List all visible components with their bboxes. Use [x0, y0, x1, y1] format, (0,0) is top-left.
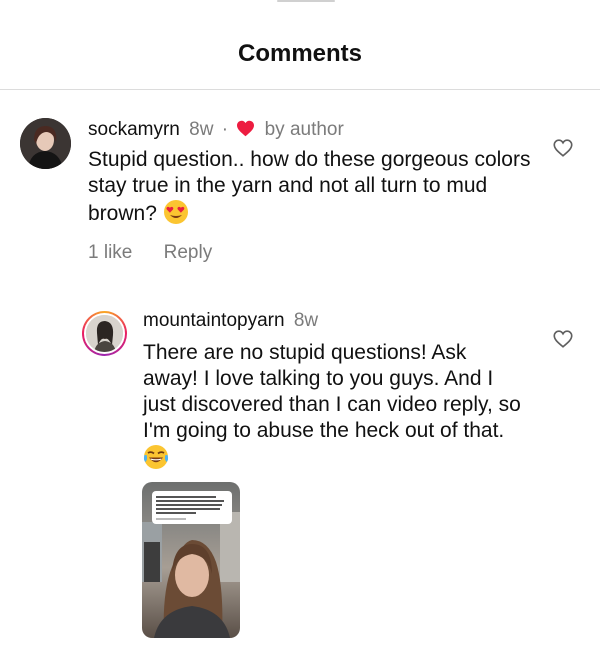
user-photo-icon — [86, 315, 123, 352]
timestamp: 8w — [293, 310, 319, 331]
avatar[interactable] — [82, 311, 127, 356]
comment-body: There are no stupid questions! Ask away!… — [143, 340, 523, 472]
comment-meta: mountaintopyarn 8w — [143, 310, 318, 332]
comment-actions: 1 like Reply — [88, 242, 238, 264]
video-reply-thumbnail[interactable] — [142, 482, 240, 638]
comments-header: Comments — [0, 0, 600, 90]
like-count[interactable]: 1 like — [88, 242, 132, 263]
comment-text: There are no stupid questions! Ask away!… — [143, 341, 521, 442]
heart-outline-icon[interactable] — [552, 328, 574, 350]
heart-eyes-emoji-icon — [163, 200, 188, 224]
username[interactable]: mountaintopyarn — [143, 310, 285, 331]
comment-text: Stupid question.. how do these gorgeous … — [88, 148, 531, 225]
author-badge: by author — [264, 119, 344, 140]
avatar-image — [84, 313, 125, 354]
reply-button[interactable]: Reply — [164, 242, 213, 263]
heart-icon — [237, 120, 255, 137]
quoted-comment-bubble — [152, 491, 232, 524]
timestamp: 8w — [189, 119, 214, 140]
page-title: Comments — [237, 40, 363, 67]
comment-meta: sockamyrn 8w · by author — [88, 119, 344, 141]
avatar[interactable] — [20, 118, 71, 169]
heart-outline-icon[interactable] — [552, 137, 574, 159]
user-photo-icon — [20, 118, 71, 169]
separator-dot: · — [221, 119, 229, 140]
username[interactable]: sockamyrn — [88, 119, 180, 140]
laughing-tears-emoji-icon — [143, 445, 169, 469]
comment-body: Stupid question.. how do these gorgeous … — [88, 147, 538, 227]
